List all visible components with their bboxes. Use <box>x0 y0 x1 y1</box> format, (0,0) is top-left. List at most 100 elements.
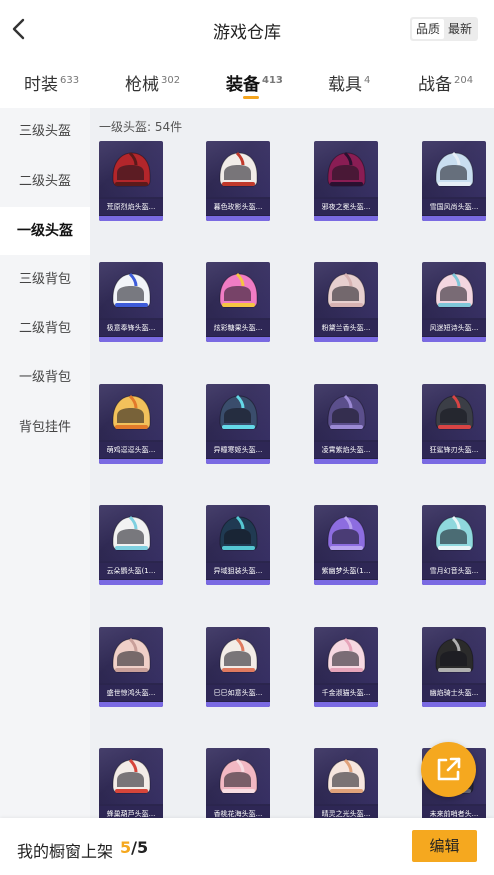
sort-option-quality[interactable]: 品质 <box>411 19 444 39</box>
item-card[interactable]: 盛世惊鸿头盔... <box>99 627 163 707</box>
item-name: 幽焰骑士头盔... <box>422 685 486 701</box>
rarity-bar <box>99 337 163 342</box>
item-card[interactable]: 邪夜之冕头盔... <box>314 141 378 221</box>
sort-option-newest[interactable]: 最新 <box>444 19 476 39</box>
item-card[interactable]: 狂鲨锋刃头盔... <box>422 384 486 464</box>
showcase-count: 5/5 <box>120 838 148 857</box>
share-icon <box>437 757 461 781</box>
subcategory-sidebar: 三级头盔 二级头盔 一级头盔 三级背包 二级背包 一级背包 背包挂件 <box>0 108 90 818</box>
sidebar-item-level3-helmet[interactable]: 三级头盔 <box>0 108 90 156</box>
item-name: 风迷短诗头盔... <box>422 320 486 336</box>
helmet-icon <box>112 637 151 673</box>
helmet-icon <box>112 394 151 430</box>
tab-weapons[interactable]: 枪械 302 <box>125 70 180 95</box>
sidebar-item-level1-helmet[interactable]: 一级头盔 <box>0 207 90 255</box>
rarity-bar <box>422 702 486 707</box>
sidebar-item-level2-helmet[interactable]: 二级头盔 <box>0 158 90 206</box>
item-card[interactable]: 巳巳如意头盔... <box>206 627 270 707</box>
item-name: 雪月幻音头盔... <box>422 563 486 579</box>
tab-label: 枪械 <box>125 75 159 95</box>
tab-label: 载具 <box>328 75 362 95</box>
top-bar: 游戏仓库 品质 最新 <box>0 0 494 58</box>
item-card[interactable]: 异瞳寒姬头盔... <box>206 384 270 464</box>
item-card[interactable]: 幽焰骑士头盔... <box>422 627 486 707</box>
helmet-icon <box>435 394 474 430</box>
helmet-icon <box>112 151 151 187</box>
item-name: 千金淑猫头盔... <box>314 685 378 701</box>
helmet-icon <box>327 151 366 187</box>
item-name: 雪国风尚头盔... <box>422 199 486 215</box>
item-card[interactable]: 晴灵之光头盔... <box>314 748 378 818</box>
helmet-icon <box>219 151 258 187</box>
item-name: 巳巳如意头盔... <box>206 685 270 701</box>
item-card[interactable]: 香桃花海头盔... <box>206 748 270 818</box>
item-name: 萌鸡逗逗头盔... <box>99 442 163 458</box>
item-name: 盛世惊鸿头盔... <box>99 685 163 701</box>
item-name: 异域狙装头盔... <box>206 563 270 579</box>
rarity-bar <box>314 459 378 464</box>
item-name: 极意奉锋头盔... <box>99 320 163 336</box>
showcase-label: 我的橱窗上架 <box>17 842 114 861</box>
sort-toggle: 品质 最新 <box>409 17 478 41</box>
sidebar-item-level1-backpack[interactable]: 一级背包 <box>0 354 90 402</box>
rarity-bar <box>99 459 163 464</box>
item-card[interactable]: 萌鸡逗逗头盔... <box>99 384 163 464</box>
helmet-icon <box>219 758 258 794</box>
item-card[interactable]: 粉黛兰香头盔... <box>314 262 378 342</box>
item-card[interactable]: 炫彩糖果头盔... <box>206 262 270 342</box>
item-name: 凌霄紫焰头盔... <box>314 442 378 458</box>
sidebar-item-backpack-charm[interactable]: 背包挂件 <box>0 404 90 452</box>
rarity-bar <box>99 216 163 221</box>
item-card[interactable]: 雪国风尚头盔... <box>422 141 486 221</box>
item-name: 云朵鹦头盔(1... <box>99 563 163 579</box>
item-name: 荒原烈焰头盔... <box>99 199 163 215</box>
item-name: 狂鲨锋刃头盔... <box>422 442 486 458</box>
tab-fashion[interactable]: 时装 633 <box>24 70 79 95</box>
rarity-bar <box>422 580 486 585</box>
tab-supplies[interactable]: 战备 204 <box>418 70 473 95</box>
item-name: 蜂巢葫芦头盔... <box>99 806 163 818</box>
helmet-icon <box>219 394 258 430</box>
sidebar-item-level3-backpack[interactable]: 三级背包 <box>0 256 90 304</box>
rarity-bar <box>314 216 378 221</box>
rarity-bar <box>206 216 270 221</box>
item-card[interactable]: 雪月幻音头盔... <box>422 505 486 585</box>
item-name: 炫彩糖果头盔... <box>206 320 270 336</box>
sidebar-item-level2-backpack[interactable]: 二级背包 <box>0 305 90 353</box>
item-card[interactable]: 紫幽梦头盔(1... <box>314 505 378 585</box>
item-card[interactable]: 凌霄紫焰头盔... <box>314 384 378 464</box>
tab-vehicles[interactable]: 载具 4 <box>328 70 370 95</box>
showcase-footer: 我的橱窗上架 5/5 编辑 <box>0 818 494 875</box>
helmet-icon <box>112 758 151 794</box>
helmet-icon <box>219 515 258 551</box>
item-card[interactable]: 异域狙装头盔... <box>206 505 270 585</box>
rarity-bar <box>422 216 486 221</box>
rarity-bar <box>99 580 163 585</box>
section-title: 一级头盔: 54件 <box>99 120 183 134</box>
item-card[interactable]: 暮色玫影头盔... <box>206 141 270 221</box>
helmet-icon <box>435 515 474 551</box>
helmet-icon <box>435 151 474 187</box>
tab-label: 时装 <box>24 75 58 95</box>
item-card[interactable]: 千金淑猫头盔... <box>314 627 378 707</box>
showcase-total: /5 <box>131 838 149 857</box>
item-card[interactable]: 蜂巢葫芦头盔... <box>99 748 163 818</box>
item-card[interactable]: 风迷短诗头盔... <box>422 262 486 342</box>
helmet-icon <box>112 272 151 308</box>
item-card[interactable]: 荒原烈焰头盔... <box>99 141 163 221</box>
helmet-icon <box>435 637 474 673</box>
tab-label: 战备 <box>418 75 452 95</box>
tab-equipment[interactable]: 装备 413 <box>226 70 283 95</box>
item-card[interactable]: 极意奉锋头盔... <box>99 262 163 342</box>
item-name: 粉黛兰香头盔... <box>314 320 378 336</box>
edit-button[interactable]: 编辑 <box>412 830 477 862</box>
item-name: 邪夜之冕头盔... <box>314 199 378 215</box>
showcase-current: 5 <box>120 838 132 857</box>
item-card[interactable]: 云朵鹦头盔(1... <box>99 505 163 585</box>
share-button[interactable] <box>421 742 476 797</box>
rarity-bar <box>422 337 486 342</box>
tab-count: 633 <box>60 75 80 86</box>
tab-count: 4 <box>364 75 371 86</box>
helmet-icon <box>327 394 366 430</box>
helmet-icon <box>219 637 258 673</box>
